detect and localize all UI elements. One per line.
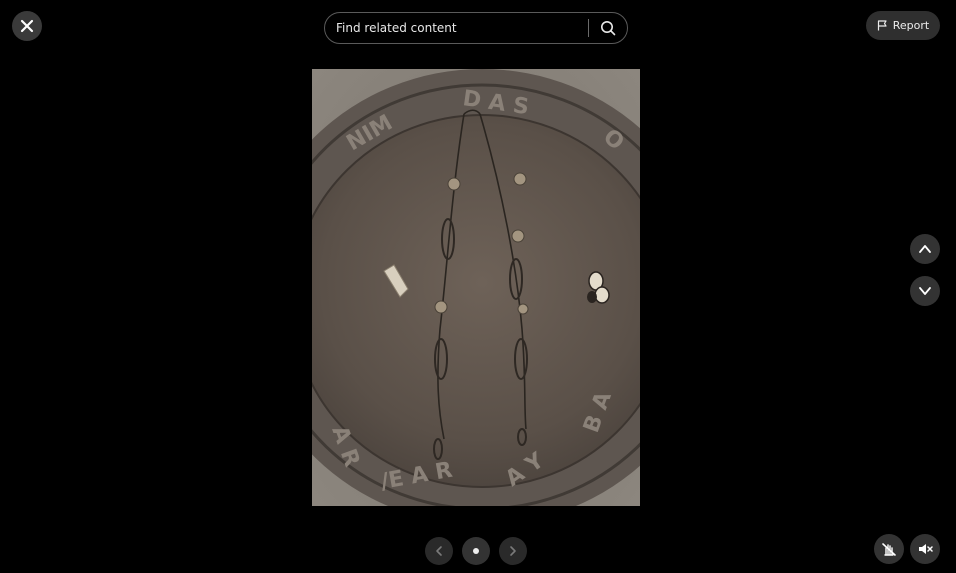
carousel-next-button[interactable]	[499, 537, 527, 565]
report-label: Report	[892, 19, 930, 32]
mute-button[interactable]	[910, 534, 940, 564]
carousel-page-indicator[interactable]	[462, 537, 490, 565]
main-image: NIM D A S O A R /E A R A Y B A	[312, 69, 640, 506]
report-button[interactable]: Report	[866, 11, 940, 40]
chevron-down-icon	[919, 287, 931, 295]
close-icon	[20, 19, 34, 33]
flag-icon	[877, 20, 887, 31]
search-bar	[324, 12, 628, 44]
carousel-prev-button[interactable]	[425, 537, 453, 565]
previous-item-button[interactable]	[910, 234, 940, 264]
close-button[interactable]	[12, 11, 42, 41]
hand-crossed-icon	[882, 543, 896, 556]
search-icon	[601, 21, 616, 36]
no-ads-button[interactable]	[874, 534, 904, 564]
chevron-right-icon	[510, 546, 516, 556]
speaker-muted-icon	[919, 544, 933, 554]
chevron-up-icon	[919, 245, 931, 253]
search-input[interactable]	[325, 13, 588, 43]
chevron-left-icon	[436, 546, 442, 556]
carousel-dot-active	[473, 548, 479, 554]
search-button[interactable]	[589, 13, 627, 43]
next-item-button[interactable]	[910, 276, 940, 306]
